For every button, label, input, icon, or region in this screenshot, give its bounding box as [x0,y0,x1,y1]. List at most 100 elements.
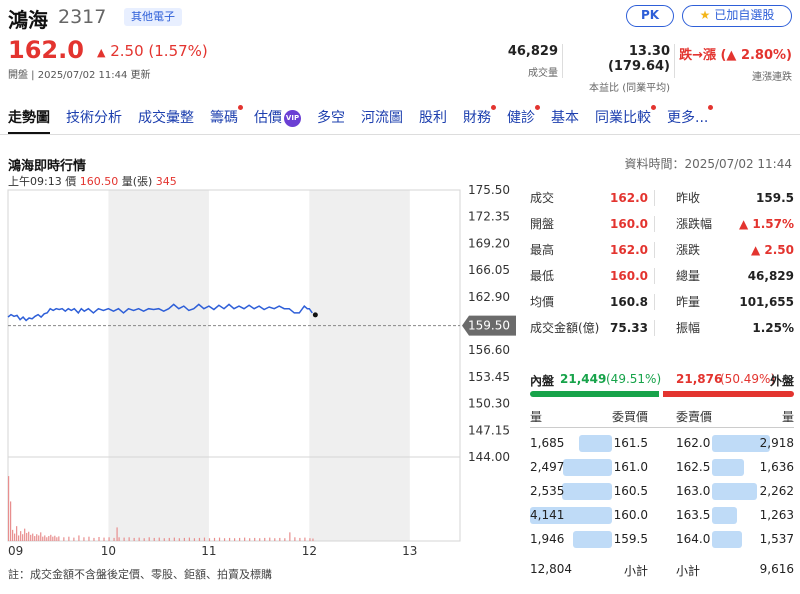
volume-bar [299,537,301,541]
divider [654,216,655,232]
volume-bar [234,538,236,541]
tab-label: 技術分析 [66,110,122,126]
volume-bar [50,534,52,541]
tab-4[interactable]: 估價 VIP [246,104,309,134]
bid-vol: 2,535 [530,484,565,498]
orderbook-row: 2,497 161.0 162.5 1,636 [530,455,794,479]
volume-bar [18,535,20,541]
quote-label: 漲跌 [676,243,701,257]
volume-bar [68,536,70,541]
volume-bar [128,537,130,541]
ask-price: 163.0 [676,484,711,498]
tab-label: 成交彙整 [138,110,194,126]
stat-volume: 46,829 成交量 [498,44,558,79]
volume-bar [249,538,251,541]
quote-value: ▲ 2.50 [750,243,794,257]
tab-3[interactable]: 籌碼 [202,104,246,134]
outer-pct: (50.49%) [720,372,776,386]
ask-volume-bar [712,483,757,500]
ask-total: 9,616 [759,562,794,576]
tab-1[interactable]: 技術分析 [58,104,130,134]
tab-label: 同業比較 [595,110,651,126]
volume-bar [10,501,12,541]
volume-bar [26,532,28,541]
quote-value: ▲ 1.57% [738,217,794,231]
tab-6[interactable]: 河流圖 [353,104,411,134]
divider [674,44,675,78]
quote-label: 總量 [676,269,701,283]
volume-bar [44,535,46,541]
volume-bar [48,536,50,541]
volume-bar [289,532,291,541]
quote-label: 成交 [530,191,555,205]
volume-bar [148,537,150,541]
volume-bar [203,537,206,541]
ask-vol: 2,262 [759,484,794,498]
volume-bar [20,531,22,541]
tab-label: 財務 [463,110,491,126]
vip-badge: VIP [284,110,301,127]
volume-bar [213,537,216,541]
y-tick-label: 172.35 [468,210,510,224]
volume-bar [8,476,10,541]
y-tick-label: 169.20 [468,236,510,250]
divider [654,294,655,310]
quote-value: 46,829 [747,269,794,283]
outer-bar [662,391,794,397]
quote-label: 均價 [530,295,555,309]
volume-bar [38,535,40,541]
industry-badge[interactable]: 其他電子 [124,8,182,26]
volume-bar [309,538,311,541]
tab-7[interactable]: 股利 [411,104,455,134]
quote-row: 最高 162.0 漲跌 ▲ 2.50 [530,237,794,263]
x-tick-label: 09 [8,544,23,558]
tab-0[interactable]: 走勢圖 [0,104,58,135]
stock-code: 2317 [58,6,107,28]
volume-bar [73,537,75,541]
quote-value: 75.33 [610,321,648,335]
tab-11[interactable]: 同業比較 [587,104,659,134]
y-tick-label: 175.50 [468,185,510,197]
volume-bar [193,538,196,541]
tab-8[interactable]: 財務 [455,104,499,134]
divider [654,242,655,258]
volume-bar [22,534,24,541]
volume-bar [63,537,65,541]
ask-volume-bar [712,507,737,524]
volume-bar [183,537,185,541]
volume-bar [28,531,30,541]
quote-value: 160.8 [610,295,648,309]
stock-name: 鴻海 [8,8,48,32]
ask-volume-bar [712,531,743,548]
intraday-chart[interactable]: 175.50 172.35 169.20 166.05 162.90 159.50 156.… [0,185,528,565]
tab-2[interactable]: 成交彙整 [130,104,202,134]
volume-bar [133,537,135,541]
quote-label: 最高 [530,243,555,257]
tab-12[interactable]: 更多... [659,104,716,134]
notification-dot-icon [651,105,656,110]
volume-bar [12,529,14,541]
y-tick-label: 159.50 [468,319,510,333]
volume-bar [118,537,120,541]
star-icon: ★ [699,8,711,22]
hour-band [309,190,410,541]
volume-bar [56,537,58,541]
orderbook-row: 1,685 161.5 162.0 2,918 [530,431,794,455]
quote-label: 昨收 [676,191,701,205]
tab-9[interactable]: 健診 [499,104,543,134]
tab-5[interactable]: 多空 [309,104,353,134]
inner-outer-volume: 內盤 21,449 (49.51%) 21,876 (50.49%) 外盤 [530,372,794,392]
bid-volume-bar [561,483,612,500]
volume-bar [244,537,246,541]
up-triangle-icon: ▲ [97,46,106,59]
quote-value: 159.5 [756,191,794,205]
tab-10[interactable]: 基本 [543,104,587,134]
stat-value: 13.30 (179.64) [607,44,670,74]
volume-bar [239,537,241,541]
watchlist-button[interactable]: ★ 已加自選股 [682,5,792,27]
volume-bar [178,538,180,541]
inner-value: 21,449 [560,372,607,386]
pk-button[interactable]: PK [626,5,674,27]
volume-bar [14,533,16,541]
tab-label: 估價 [254,110,282,126]
